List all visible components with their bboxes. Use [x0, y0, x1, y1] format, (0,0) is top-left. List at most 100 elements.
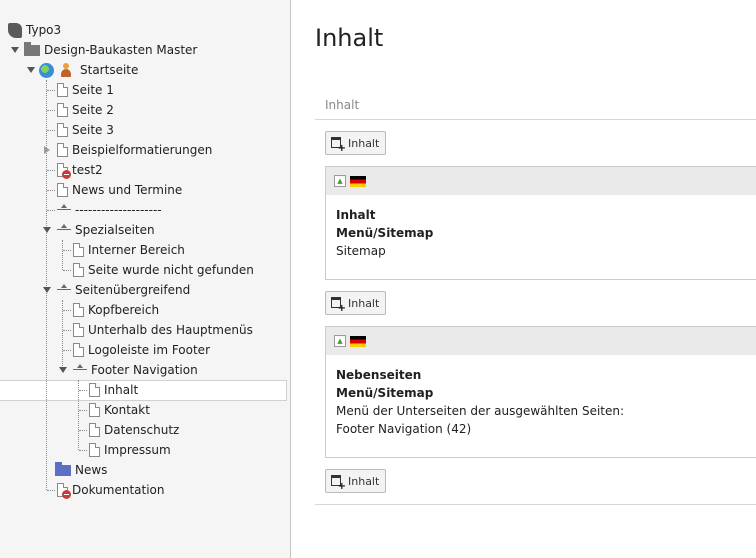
- tree-line: [63, 310, 71, 311]
- content-element[interactable]: ▲ Nebenseiten Menü/Sitemap Menü der Unte…: [325, 326, 756, 458]
- content-type-icon: ▲: [334, 335, 346, 347]
- tree-item-logoleiste[interactable]: Logoleiste im Footer: [73, 340, 210, 360]
- content-element-type: Menü/Sitemap: [336, 226, 434, 240]
- add-content-icon: [331, 297, 346, 314]
- collapse-toggle[interactable]: [59, 367, 67, 373]
- tree-item-site[interactable]: Design-Baukasten Master: [24, 40, 197, 60]
- tree-item-kopfbereich[interactable]: Kopfbereich: [73, 300, 159, 320]
- tree-item-dokumentation[interactable]: Dokumentation: [57, 480, 165, 500]
- page-icon: [89, 403, 100, 417]
- page-icon: [89, 423, 100, 437]
- content-element-title: Nebenseiten: [336, 368, 422, 382]
- tree-item-separator[interactable]: --------------------: [57, 200, 162, 220]
- tree-line: [62, 240, 63, 270]
- folder-icon: [24, 41, 40, 56]
- content-element-title: Inhalt: [336, 208, 376, 222]
- page-icon: [57, 123, 68, 137]
- tree-item-news[interactable]: News: [55, 460, 107, 480]
- spacer-icon: [57, 203, 71, 217]
- tree-line: [63, 330, 71, 331]
- tree-line: [79, 450, 87, 451]
- tree-item-interner-bereich[interactable]: Interner Bereich: [73, 240, 185, 260]
- tree-item-seite-1[interactable]: Seite 1: [57, 80, 114, 100]
- globe-icon: [39, 62, 54, 78]
- news-folder-icon: [55, 461, 71, 476]
- tree-item-datenschutz[interactable]: Datenschutz: [89, 420, 179, 440]
- column-header: Inhalt: [315, 94, 756, 120]
- new-content-button[interactable]: Inhalt: [325, 469, 386, 493]
- content-element-text: Sitemap: [336, 244, 386, 258]
- add-content-icon: [331, 475, 346, 492]
- tree-item-nicht-gefunden[interactable]: Seite wurde nicht gefunden: [73, 260, 254, 280]
- content-element-text: Footer Navigation (42): [336, 422, 472, 436]
- tree-item-seite-3[interactable]: Seite 3: [57, 120, 114, 140]
- content-type-icon: ▲: [334, 175, 346, 187]
- tree-item-startseite[interactable]: Startseite: [39, 60, 138, 80]
- tree-line: [79, 410, 87, 411]
- page-icon: [73, 323, 84, 337]
- tree-item-seite-2[interactable]: Seite 2: [57, 100, 114, 120]
- collapse-toggle[interactable]: [11, 47, 19, 53]
- collapse-toggle[interactable]: [43, 287, 51, 293]
- expand-toggle[interactable]: [44, 146, 50, 154]
- tree-item-test2[interactable]: test2: [57, 160, 103, 180]
- tree-line: [63, 350, 71, 351]
- page-icon: [57, 183, 68, 197]
- tree-item-kontakt[interactable]: Kontakt: [89, 400, 150, 420]
- content-element-header: ▲: [326, 327, 756, 355]
- tree-item-impressum[interactable]: Impressum: [89, 440, 171, 460]
- typo3-logo-icon: [8, 22, 22, 38]
- page-icon: [73, 343, 84, 357]
- tree-item-unterhalb-hauptmenue[interactable]: Unterhalb des Hauptmenüs: [73, 320, 253, 340]
- spacer-icon: [57, 223, 71, 237]
- page-icon: [73, 243, 84, 257]
- tree-line: [63, 250, 71, 251]
- content-element-text: Menü der Unterseiten der ausgewählten Se…: [336, 404, 625, 418]
- collapse-toggle[interactable]: [43, 227, 51, 233]
- column-body: Inhalt ▲ Inhalt Menü/Sitemap Sitemap Inh…: [315, 120, 756, 505]
- new-content-button[interactable]: Inhalt: [325, 131, 386, 155]
- tree-line: [47, 170, 55, 171]
- content-element[interactable]: ▲ Inhalt Menü/Sitemap Sitemap: [325, 166, 756, 280]
- tree-item-beispielformatierungen[interactable]: Beispielformatierungen: [57, 140, 212, 160]
- content-element-header: ▲: [326, 167, 756, 195]
- tree-line: [79, 430, 87, 431]
- tree-item-news-und-termine[interactable]: News und Termine: [57, 180, 182, 200]
- tree-line: [79, 390, 87, 391]
- tree-line: [47, 90, 55, 91]
- tree-line: [63, 270, 71, 271]
- tree-root[interactable]: Typo3: [8, 20, 61, 40]
- restricted-page-icon: [57, 483, 71, 499]
- page-icon: [89, 383, 100, 397]
- page-icon: [89, 443, 100, 457]
- tree-item-seitenuebergreifend[interactable]: Seitenübergreifend: [57, 280, 190, 300]
- page-title: Inhalt: [315, 24, 384, 52]
- tree-item-inhalt[interactable]: Inhalt: [89, 380, 138, 400]
- restricted-page-icon: [57, 163, 71, 179]
- selected-row-highlight: [0, 380, 287, 401]
- flag-de-icon: [350, 175, 366, 187]
- tree-item-spezialseiten[interactable]: Spezialseiten: [57, 220, 155, 240]
- page-icon: [73, 263, 84, 277]
- collapse-toggle[interactable]: [27, 67, 35, 73]
- flag-de-icon: [350, 335, 366, 347]
- page-icon: [57, 83, 68, 97]
- tree-line: [47, 490, 55, 491]
- user-icon: [60, 63, 72, 77]
- spacer-icon: [73, 363, 87, 377]
- page-tree: Typo3 Design-Baukasten Master Startseite…: [0, 0, 291, 558]
- spacer-icon: [57, 283, 71, 297]
- tree-line: [47, 210, 55, 211]
- page-icon: [73, 303, 84, 317]
- tree-line: [47, 190, 55, 191]
- restricted-icon: [62, 490, 71, 499]
- page-icon: [57, 143, 68, 157]
- tree-item-footer-navigation[interactable]: Footer Navigation: [73, 360, 198, 380]
- tree-line: [46, 80, 47, 490]
- new-content-button[interactable]: Inhalt: [325, 291, 386, 315]
- page-icon: [57, 103, 68, 117]
- restricted-icon: [62, 170, 71, 179]
- page-module-content: Inhalt Inhalt Inhalt ▲ Inhalt Menü/Sitem…: [291, 0, 756, 558]
- content-element-type: Menü/Sitemap: [336, 386, 434, 400]
- tree-line: [47, 130, 55, 131]
